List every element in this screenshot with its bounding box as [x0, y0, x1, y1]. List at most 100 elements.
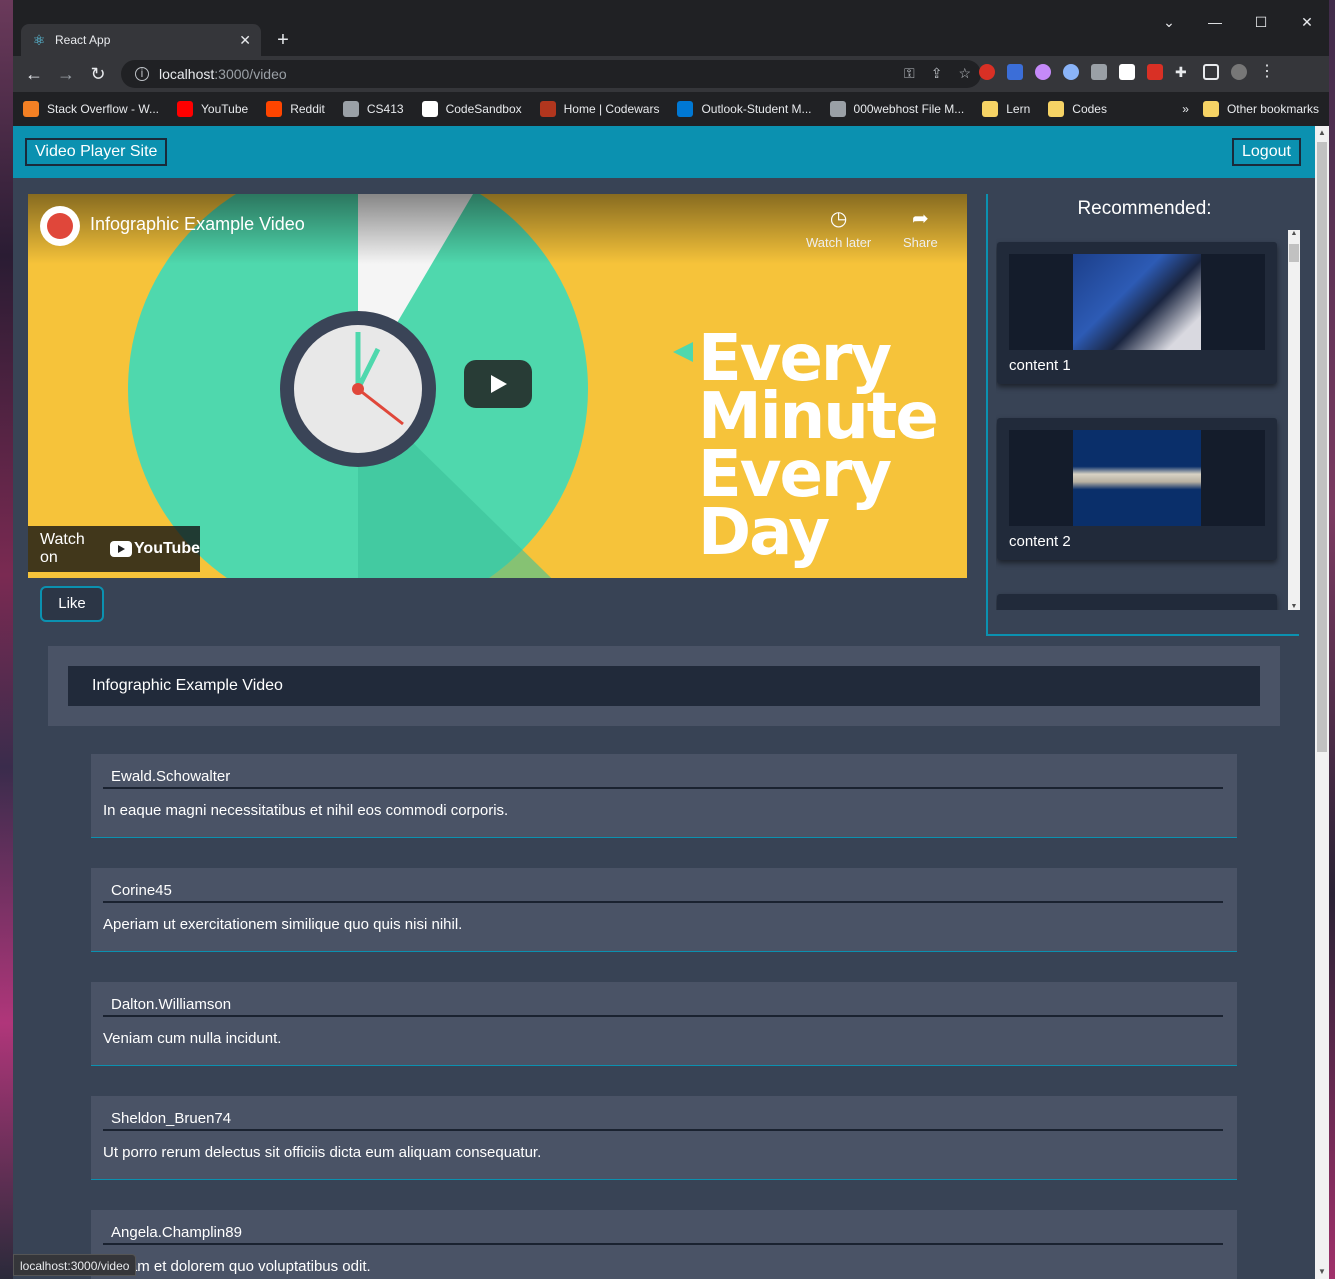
bookmark-item[interactable]: YouTube: [177, 101, 248, 117]
react-icon: ⚛: [32, 32, 46, 48]
comment-card: Dalton.Williamson Veniam cum nulla incid…: [91, 982, 1237, 1066]
comment-text: Veniam cum nulla incidunt.: [103, 1030, 282, 1047]
recommended-label: content 1: [1009, 357, 1071, 374]
browser-tab[interactable]: ⚛ React App ✕: [21, 24, 261, 56]
address-bar[interactable]: i localhost:3000/video ⚿ ⇪ ☆: [121, 60, 981, 88]
side-panel-icon[interactable]: [1203, 64, 1219, 80]
extension-icon[interactable]: [1119, 64, 1135, 80]
bookmark-favicon-icon: [177, 101, 194, 117]
bookmark-item[interactable]: Outlook-Student M...: [677, 101, 812, 117]
key-icon[interactable]: ⚿: [904, 65, 915, 82]
bookmark-item[interactable]: Stack Overflow - W...: [23, 101, 159, 117]
bookmark-item[interactable]: Lern: [982, 101, 1030, 117]
bookmark-label: Codes: [1072, 102, 1107, 116]
bookmark-item[interactable]: Home | Codewars: [539, 101, 660, 117]
extensions-puzzle-icon[interactable]: ✚: [1175, 64, 1191, 80]
watch-on-youtube-button[interactable]: Watch on YouTube: [28, 526, 200, 572]
comment-text: In eaque magni necessitatibus et nihil e…: [103, 802, 509, 819]
video-title: Infographic Example Video: [68, 666, 1260, 706]
extension-icon[interactable]: [1091, 64, 1107, 80]
bookmark-label: Stack Overflow - W...: [47, 102, 160, 116]
brand-button[interactable]: Video Player Site: [25, 138, 168, 166]
recommended-card[interactable]: [997, 594, 1277, 610]
share-button[interactable]: ➦ Share: [903, 206, 938, 250]
recommended-card[interactable]: content 2: [997, 418, 1277, 560]
comment-author: Angela.Champlin89: [103, 1224, 1223, 1245]
comment-card: Ewald.Schowalter In eaque magni necessit…: [91, 754, 1237, 838]
back-icon[interactable]: ←: [23, 64, 45, 84]
bookmark-item[interactable]: 000webhost File M...: [829, 101, 965, 117]
extension-icon[interactable]: [1063, 64, 1079, 80]
bookmark-favicon-icon: [982, 101, 999, 117]
youtube-logo: YouTube: [109, 540, 200, 558]
player-video-title[interactable]: Infographic Example Video: [90, 214, 305, 235]
url-path: :3000/video: [214, 66, 287, 82]
recommended-thumbnail: [1009, 430, 1265, 526]
tab-search-icon[interactable]: ⌄: [1157, 14, 1181, 31]
bookmark-favicon-icon: [342, 101, 359, 117]
extension-icon[interactable]: [1035, 64, 1051, 80]
recommended-panel: Recommended: content 1 content 2 ▲ ▼: [986, 194, 1300, 636]
site-info-icon[interactable]: i: [135, 67, 149, 81]
comment-author: Ewald.Schowalter: [103, 768, 1223, 789]
new-tab-button[interactable]: +: [271, 28, 295, 52]
bookmark-star-icon[interactable]: ☆: [958, 65, 971, 82]
comment-card: Sheldon_Bruen74 Ut porro rerum delectus …: [91, 1096, 1237, 1180]
comment-author: Dalton.Williamson: [103, 996, 1223, 1017]
recommended-heading: Recommended:: [1077, 198, 1212, 219]
reload-icon[interactable]: ↻: [87, 64, 109, 84]
recommended-card[interactable]: content 1: [997, 242, 1277, 384]
title-bar: ⚛ React App ✕ + ⌄ — ☐ ✕: [13, 0, 1329, 56]
bookmark-label: Outlook-Student M...: [701, 102, 812, 116]
bookmark-label: CS413: [366, 102, 404, 116]
forward-icon[interactable]: →: [55, 64, 77, 84]
share-arrow-icon: ➦: [911, 208, 929, 230]
play-button[interactable]: [464, 360, 532, 408]
recommended-label: content 2: [1009, 533, 1071, 550]
bookmark-label: Lern: [1006, 102, 1031, 116]
menu-kebab-icon[interactable]: ⋮: [1259, 64, 1275, 80]
bookmarks-bar: Stack Overflow - W... YouTube Reddit CS413 C…: [13, 92, 1329, 126]
tab-title: React App: [55, 33, 111, 47]
page-scrollbar[interactable]: ▲ ▼: [1315, 126, 1329, 1279]
recommended-thumbnail: [1009, 254, 1265, 350]
more-bookmarks-icon[interactable]: »: [1182, 102, 1189, 116]
comment-card: Corine45 Aperiam ut exercitationem simil…: [91, 868, 1237, 952]
close-tab-icon[interactable]: ✕: [239, 32, 251, 49]
youtube-player[interactable]: Every Minute Every Day Infographic Examp…: [28, 194, 967, 578]
status-bar-url: localhost:3000/video: [13, 1254, 137, 1276]
bookmark-item[interactable]: Codes: [1048, 101, 1107, 117]
browser-toolbar: ← → ↻ i localhost:3000/video ⚿ ⇪ ☆ ✚ ⋮: [13, 56, 1329, 92]
bookmark-item[interactable]: Reddit: [266, 101, 325, 117]
profile-avatar[interactable]: [1231, 64, 1247, 80]
bookmark-label: 000webhost File M...: [853, 102, 965, 116]
extension-icon[interactable]: [979, 64, 995, 80]
other-bookmarks[interactable]: Other bookmarks: [1227, 102, 1319, 116]
desktop-wallpaper-right: [1329, 0, 1335, 1279]
like-button[interactable]: Like: [40, 586, 104, 622]
recommended-scrollbar[interactable]: ▲ ▼: [1288, 230, 1300, 610]
comment-author: Corine45: [103, 882, 1223, 903]
share-page-icon[interactable]: ⇪: [931, 65, 943, 82]
bookmark-favicon-icon: [539, 101, 556, 117]
minimize-button[interactable]: —: [1203, 14, 1227, 30]
close-window-button[interactable]: ✕: [1295, 14, 1319, 31]
maximize-button[interactable]: ☐: [1249, 14, 1273, 31]
channel-avatar[interactable]: [40, 206, 80, 246]
video-title-box: Infographic Example Video: [48, 646, 1280, 726]
page-scrollbar-thumb[interactable]: [1317, 142, 1327, 752]
bookmark-favicon-icon: [23, 101, 39, 117]
bookmark-item[interactable]: CodeSandbox: [421, 101, 522, 117]
watch-later-button[interactable]: ◷ Watch later: [806, 206, 871, 250]
bookmark-label: Home | Codewars: [563, 102, 660, 116]
comment-text: Aperiam ut exercitationem similique quo …: [103, 916, 463, 933]
bookmark-favicon-icon: [266, 101, 283, 117]
logout-button[interactable]: Logout: [1232, 138, 1301, 166]
extension-icon[interactable]: [1007, 64, 1023, 80]
bookmark-item[interactable]: CS413: [342, 101, 404, 117]
bookmark-favicon-icon: [677, 101, 694, 117]
desktop-wallpaper: [0, 0, 13, 1279]
clock-icon: ◷: [829, 208, 848, 230]
comment-text: Veriam et dolorem quo voluptatibus odit.: [103, 1258, 371, 1275]
extension-icon[interactable]: [1147, 64, 1163, 80]
